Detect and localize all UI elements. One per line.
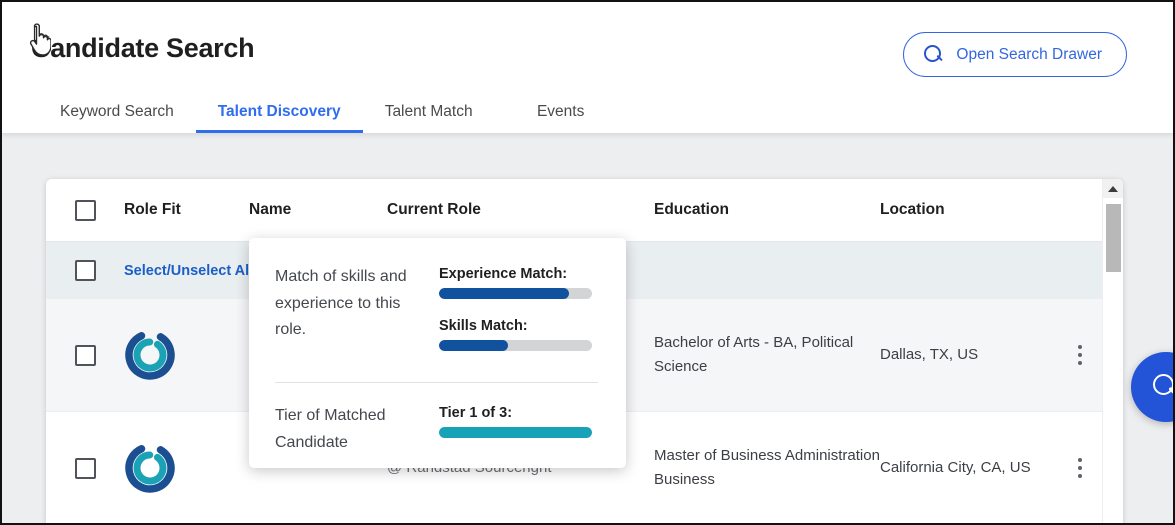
tooltip-tier-section: Tier of Matched Candidate Tier 1 of 3: <box>275 403 598 457</box>
tooltip-match-section: Match of skills and experience to this r… <box>275 264 598 370</box>
column-header-education: Education <box>654 201 729 218</box>
tier-label: Tier 1 of 3: <box>439 405 513 421</box>
select-all-checkbox[interactable] <box>74 199 96 221</box>
select-all-row-checkbox-cell <box>46 260 124 281</box>
skills-match-bar-track <box>439 340 592 351</box>
tooltip-tier-bars: Tier 1 of 3: <box>439 403 598 457</box>
scrollbar-thumb[interactable] <box>1106 204 1121 272</box>
open-search-drawer-label: Open Search Drawer <box>956 45 1102 63</box>
table-header-row: Role Fit Name Current Role Education Loc… <box>46 179 1123 242</box>
role-fit-donut-icon[interactable] <box>124 442 176 494</box>
experience-match-bar-fill <box>439 288 570 299</box>
location-cell: Dallas, TX, US <box>880 345 979 363</box>
search-icon <box>924 45 943 64</box>
role-fit-cell <box>124 329 249 381</box>
column-header-current-role: Current Role <box>387 201 481 218</box>
tab-label: Keyword Search <box>60 102 174 120</box>
row-actions-cell <box>1050 458 1110 478</box>
search-icon <box>1153 374 1173 400</box>
chevron-up-icon <box>1108 185 1118 192</box>
tab-keyword-search[interactable]: Keyword Search <box>38 90 196 133</box>
tooltip-tier-description: Tier of Matched Candidate <box>275 407 386 451</box>
open-search-drawer-button[interactable]: Open Search Drawer <box>903 32 1127 77</box>
education-cell: Bachelor of Arts - BA, Political Science <box>654 333 854 375</box>
row-actions-cell <box>1050 345 1110 365</box>
select-unselect-all-checkbox[interactable] <box>74 260 96 281</box>
skills-match-bar-fill <box>439 340 508 351</box>
scrollbar-up-button[interactable] <box>1103 179 1123 198</box>
tier-bar-track <box>439 427 592 438</box>
tab-talent-discovery[interactable]: Talent Discovery <box>195 90 363 133</box>
select-unselect-all-link[interactable]: Select/Unselect All <box>124 263 253 279</box>
tab-label: Talent Discovery <box>217 102 341 120</box>
role-fit-tooltip: Match of skills and experience to this r… <box>249 238 626 468</box>
tooltip-skills-description: Match of skills and experience to this r… <box>275 268 407 339</box>
kebab-menu-icon[interactable] <box>1078 345 1082 365</box>
tab-label: Events <box>536 102 585 120</box>
row-checkbox-cell <box>46 344 124 366</box>
column-header-role-fit: Role Fit <box>124 201 181 218</box>
table-scrollbar[interactable] <box>1102 179 1123 523</box>
tooltip-divider <box>275 382 598 383</box>
tab-label: Talent Match <box>384 102 473 120</box>
tab-bar: Keyword Search Talent Discovery Talent M… <box>2 90 627 133</box>
role-fit-cell <box>124 442 249 494</box>
select-all-header-cell <box>46 199 124 221</box>
skills-match-label: Skills Match: <box>439 318 528 334</box>
header-panel: Candidate Search Open Search Drawer Keyw… <box>2 2 1173 133</box>
app-window: Candidate Search Open Search Drawer Keyw… <box>0 0 1175 525</box>
tab-events[interactable]: Events <box>495 90 627 133</box>
column-header-name: Name <box>249 201 292 218</box>
tier-bar-fill <box>439 427 592 438</box>
row-select-checkbox[interactable] <box>74 344 96 366</box>
floating-search-button[interactable] <box>1131 352 1173 422</box>
row-select-checkbox[interactable] <box>74 457 96 479</box>
column-header-location: Location <box>880 201 945 218</box>
location-cell: California City, CA, US <box>880 458 1031 476</box>
page-title: Candidate Search <box>31 33 255 63</box>
experience-match-label: Experience Match: <box>439 266 568 282</box>
tooltip-match-bars: Experience Match: Skills Match: <box>439 264 598 370</box>
kebab-menu-icon[interactable] <box>1078 458 1082 478</box>
tab-talent-match[interactable]: Talent Match <box>363 90 495 133</box>
row-checkbox-cell <box>46 457 124 479</box>
education-cell: Master of Business Administration Busine… <box>654 446 880 488</box>
experience-match-bar-track <box>439 288 592 299</box>
role-fit-donut-icon[interactable] <box>124 329 176 381</box>
